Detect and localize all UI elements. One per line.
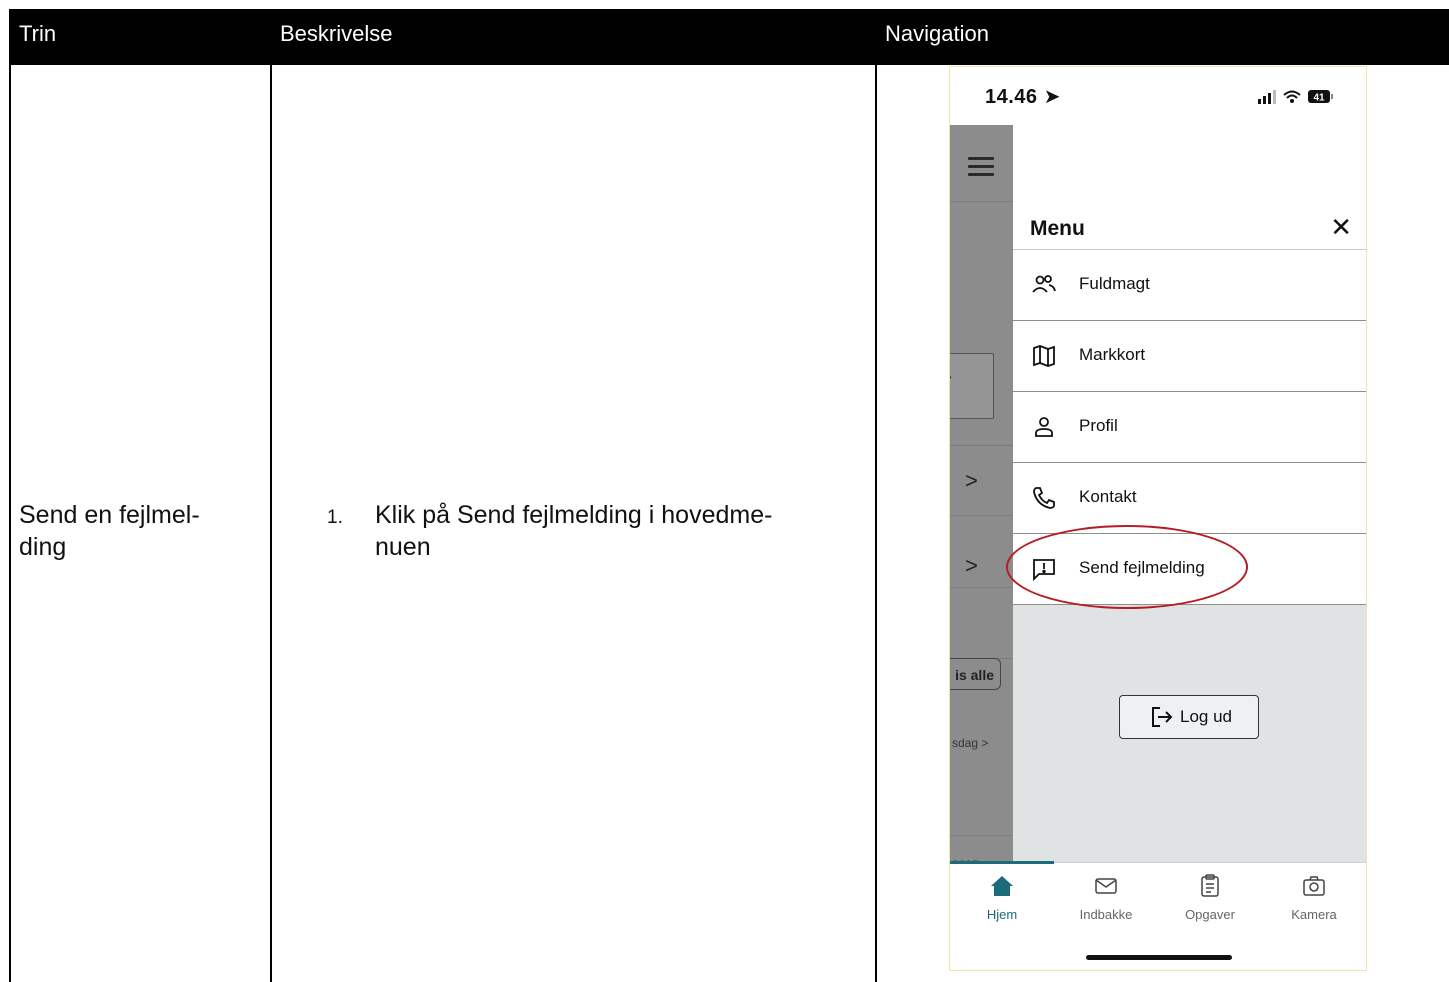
hamburger-menu-icon[interactable] (968, 157, 994, 181)
battery-icon: 41 (1308, 90, 1333, 104)
background-overlay[interactable]: › > > is alle sdag > 2025 > (950, 125, 1013, 872)
tab-label: Indbakke (1079, 907, 1133, 922)
phone-screenshot: 14.46 ➤ 41 › (949, 66, 1367, 971)
people-icon (1032, 275, 1056, 293)
chevron-right-icon: > (965, 468, 978, 493)
status-icons: 41 (1258, 90, 1333, 104)
tab-label: Hjem (986, 907, 1018, 922)
header-beskrivelse: Beskrivelse (280, 21, 393, 46)
menu-item-label: Kontakt (1079, 487, 1137, 506)
active-tab-indicator (950, 861, 1054, 864)
menu-item-fuldmagt[interactable]: Fuldmagt (1013, 250, 1366, 321)
menu-item-label: Profil (1079, 416, 1118, 435)
vis-alle-button[interactable]: is alle (950, 658, 1001, 690)
tab-indbakke[interactable]: Indbakke (1054, 873, 1158, 933)
menu-header: Menu ✕ (1013, 125, 1366, 250)
column-divider (875, 65, 877, 982)
camera-icon (1303, 876, 1325, 896)
home-icon (991, 876, 1013, 896)
highlight-circle (1006, 525, 1248, 609)
menu-title: Menu (1030, 217, 1085, 240)
tab-label: Opgaver (1185, 907, 1235, 922)
table-header-row: Trin Beskrivelse Navigation (9, 9, 1449, 65)
description-line: Klik på Send fejlmelding i hovedme- (375, 501, 773, 529)
signal-icon (1258, 90, 1276, 104)
step-title-line: ding (19, 533, 67, 561)
map-icon (1033, 345, 1055, 367)
logout-button[interactable]: Log ud (1119, 695, 1259, 739)
svg-text:41: 41 (1313, 93, 1325, 104)
logout-icon (1152, 707, 1173, 727)
description-text: Klik på Send fejlmelding i hovedme- nuen (375, 499, 835, 563)
background-card: › (950, 353, 994, 419)
tab-hjem[interactable]: Hjem (950, 873, 1054, 933)
home-indicator (1086, 955, 1232, 960)
status-bar: 14.46 ➤ 41 (950, 67, 1366, 125)
chevron-right-icon: > (965, 553, 978, 578)
mail-icon (1095, 878, 1117, 894)
tab-kamera[interactable]: Kamera (1262, 873, 1366, 933)
header-navigation: Navigation (885, 21, 989, 46)
column-divider (9, 65, 11, 982)
wifi-icon (1283, 90, 1301, 99)
description-line: nuen (375, 533, 431, 561)
list-number: 1. (327, 507, 343, 528)
step-title: Send en fejlmel- ding (19, 499, 249, 563)
header-trin: Trin (19, 21, 57, 46)
menu-item-markkort[interactable]: Markkort (1013, 321, 1366, 392)
clipboard-icon (1201, 874, 1219, 897)
menu-item-label: Markkort (1079, 345, 1146, 364)
tab-opgaver[interactable]: Opgaver (1158, 873, 1262, 933)
bottom-tab-bar: Hjem Indbakke Opgaver Kamera (950, 861, 1366, 970)
step-title-line: Send en fejlmel- (19, 501, 200, 529)
person-icon (1035, 417, 1053, 437)
phone-icon (1033, 487, 1055, 509)
column-divider (270, 65, 272, 982)
background-label: sdag > (952, 736, 989, 750)
tab-label: Kamera (1291, 907, 1337, 922)
menu-item-kontakt[interactable]: Kontakt (1013, 463, 1366, 534)
menu-item-label: Fuldmagt (1079, 274, 1150, 293)
menu-item-profil[interactable]: Profil (1013, 392, 1366, 463)
logout-label: Log ud (1180, 707, 1232, 726)
main-menu: Menu ✕ Fuldmagt Markkort Profil Kontakt … (1013, 125, 1366, 870)
status-time: 14.46 ➤ (985, 86, 1061, 108)
close-icon[interactable]: ✕ (1330, 212, 1352, 243)
location-arrow-icon: ➤ (1043, 86, 1061, 108)
